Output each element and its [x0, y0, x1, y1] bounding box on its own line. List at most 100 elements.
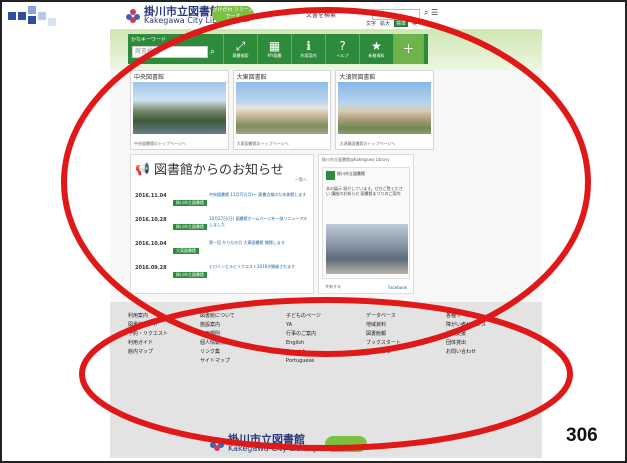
news-title: 図書館からのお知らせ — [153, 163, 284, 178]
footer-brand-en: Kakegawa City Library — [228, 444, 318, 453]
news-item[interactable]: 2016.09.28 掛川市立図書館 ヒロインとルビリクエスト2016が開催され… — [135, 263, 311, 283]
site-search-label: 文書を検索 — [306, 12, 337, 19]
news-date: 2016.10.04 — [135, 241, 167, 247]
slide-page-number: 306 — [566, 425, 598, 446]
nav-new-arrivals[interactable]: ★ 新着資料 — [360, 34, 394, 64]
catalog-search: かなキーワード 蔵書検索 ⌕ — [128, 34, 224, 64]
footer-link[interactable]: リンク集 — [200, 348, 235, 357]
sns-post[interactable]: 掛川市立図書館 本の展示 紹介しています。ぜひご覧ください 講座のお知らせ 図書… — [322, 167, 410, 279]
search-icon[interactable]: ⌕ — [210, 46, 220, 58]
branch-central[interactable]: 中央図書館 中央図書館のトップページへ — [130, 70, 229, 150]
news-date: 2016.09.28 — [135, 265, 167, 271]
footer-link[interactable]: 利用規則 — [200, 330, 235, 339]
nav-label: ヘルプ — [336, 53, 349, 58]
news-tag: 大東図書館 — [173, 248, 199, 254]
main-navbar: かなキーワード 蔵書検索 ⌕ ⤢ 蔵書検索 ▦ MY図書 ℹ 利用案内 ? ヘル… — [128, 34, 428, 64]
footer-link[interactable]: 予約・リクエスト — [128, 330, 168, 339]
nav-help[interactable]: ? ヘルプ — [326, 34, 360, 64]
news-text[interactable]: ヒロインとルビリクエスト2016が開催されます — [209, 264, 309, 270]
footer-link[interactable]: 子どものページ — [286, 312, 321, 321]
mascot-badge: かけがわ リリースでーす — [212, 6, 254, 22]
footer-link[interactable]: 利用ガイド — [128, 339, 168, 348]
flower-logo-icon — [126, 8, 140, 23]
sns-account-name: 掛川市立図書館 — [337, 171, 365, 176]
link-english[interactable]: 英 — [412, 20, 417, 27]
my-library-icon: ▦ — [268, 39, 281, 53]
flower-logo-icon — [210, 436, 224, 451]
catalog-search-input[interactable]: 蔵書検索 — [132, 46, 208, 58]
sns-share-link[interactable]: 共有する — [325, 284, 341, 290]
link-standard[interactable]: 標準 — [394, 20, 409, 27]
footer-link[interactable]: 団体貸出 — [446, 339, 486, 348]
footer-link[interactable]: English — [286, 339, 321, 348]
news-more-link[interactable]: 一覧へ — [295, 177, 307, 183]
footer-link[interactable]: 利用案内 — [128, 312, 168, 321]
branch-photo — [235, 82, 329, 134]
footer-link[interactable]: 学校支援 — [446, 330, 486, 339]
footer-link[interactable]: お問い合わせ — [446, 348, 486, 357]
footer-link[interactable]: データベース — [366, 312, 401, 321]
branch-photo — [133, 82, 226, 134]
star-icon: ★ — [371, 39, 382, 53]
footer-column: 子どものページ YA 行事のご案内 English Spanish Portug… — [286, 312, 321, 366]
footer-link[interactable]: 図書館カード — [128, 321, 168, 330]
info-icon: ℹ — [306, 39, 311, 53]
news-tag: 掛川市立図書館 — [173, 200, 207, 206]
catalog-search-title: かなキーワード — [131, 37, 167, 43]
plus-icon: ＋ — [402, 42, 415, 56]
footer-link[interactable]: 行事のご案内 — [286, 330, 321, 339]
help-icon: ? — [339, 39, 346, 53]
news-panel: 📢 図書館からのお知らせ 一覧へ 2016.11.04 掛川市立図書館 中央図書… — [130, 154, 314, 294]
nav-more[interactable]: ＋ — [394, 34, 424, 64]
top-bar: 掛川市立図書館 Kakegawa City Library かけがわ リリースで… — [110, 2, 542, 30]
branch-link[interactable]: 大須賀図書館のトップページへ — [339, 141, 395, 147]
footer-link[interactable]: 館内マップ — [128, 348, 168, 357]
branch-daito[interactable]: 大東図書館 大東図書館のトップページへ — [232, 70, 332, 150]
footer-link[interactable]: Portuguese — [286, 357, 321, 366]
sns-post-text: 本の展示 紹介しています。ぜひご覧ください 講座のお知らせ 図書館まつりのご案内 — [326, 186, 403, 196]
news-item[interactable]: 2016.10.28 掛川市立図書館 10月27日(日) 図書館ホームページを一… — [135, 215, 311, 235]
footer-column: 利用案内 図書館カード 予約・リクエスト 利用ガイド 館内マップ — [128, 312, 168, 357]
footer-link[interactable]: YA — [286, 321, 321, 330]
branch-link[interactable]: 中央図書館のトップページへ — [134, 141, 186, 147]
footer-link[interactable]: ブックスタート — [366, 339, 401, 348]
footer-link[interactable]: 障がい者サービス — [446, 321, 486, 330]
megaphone-icon: 📢 — [135, 161, 150, 176]
nav-catalog[interactable]: ⤢ 蔵書検索 — [224, 34, 258, 64]
sns-panel: 掛川市立図書館@Kakegawa Library 掛川市立図書館 本の展示 紹介… — [318, 154, 414, 294]
text-size-links: 文字 拡大 標準 英 — [366, 20, 417, 27]
footer-column: 図書館について 施設案内 利用規則 個人情報保護 リンク集 サイトマップ — [200, 312, 235, 366]
footer-column: 各種サービス 障がい者サービス 学校支援 団体貸出 お問い合わせ — [446, 312, 486, 357]
nav-my-library[interactable]: ▦ MY図書 — [258, 34, 292, 64]
branch-osuka[interactable]: 大須賀図書館 大須賀図書館のトップページへ — [335, 70, 435, 150]
link-enlarge[interactable]: 拡大 — [380, 20, 390, 27]
nav-guide[interactable]: ℹ 利用案内 — [292, 34, 326, 64]
branch-photo — [338, 82, 432, 134]
footer-brand[interactable]: 掛川市立図書館 Kakegawa City Library — [210, 434, 368, 453]
footer-link[interactable]: 各種サービス — [446, 312, 486, 321]
footer-link[interactable]: 個人情報保護 — [200, 339, 235, 348]
footer-link[interactable]: おすすめ本 — [366, 348, 401, 357]
footer-link[interactable]: 施設案内 — [200, 321, 235, 330]
news-date: 2016.11.04 — [135, 193, 167, 199]
link-text[interactable]: 文字 — [366, 20, 376, 27]
nav-label: MY図書 — [267, 53, 282, 58]
news-text[interactable]: 10月27日(日) 図書館ホームページを一部リニューアルしました — [209, 216, 309, 228]
branch-panels: 中央図書館 中央図書館のトップページへ 大東図書館 大東図書館のトップページへ … — [130, 70, 435, 150]
avatar — [326, 171, 335, 180]
site-search-input[interactable] — [372, 9, 420, 20]
catalog-icon: ⤢ — [235, 39, 246, 53]
footer-link[interactable]: 図書館について — [200, 312, 235, 321]
news-text[interactable]: 中央図書館 11月7日(月)〜 蔵書点検のため休館します — [209, 192, 309, 198]
news-item[interactable]: 2016.11.04 掛川市立図書館 中央図書館 11月7日(月)〜 蔵書点検の… — [135, 191, 311, 211]
sns-facebook-link[interactable]: Facebook — [388, 285, 407, 290]
footer-link[interactable]: Spanish — [286, 348, 321, 357]
branch-link[interactable]: 大東図書館のトップページへ — [237, 141, 289, 147]
nav-label: 利用案内 — [300, 53, 317, 58]
news-text[interactable]: 第一回 からだの日 大東図書館 開館します — [209, 240, 309, 246]
footer-link[interactable]: 図書館報 — [366, 330, 401, 339]
footer-link[interactable]: サイトマップ — [200, 357, 235, 366]
news-item[interactable]: 2016.10.04 大東図書館 第一回 からだの日 大東図書館 開館します — [135, 239, 311, 259]
search-icon[interactable]: ⌕ ☰ — [424, 8, 438, 18]
footer-link[interactable]: 地域資料 — [366, 321, 401, 330]
